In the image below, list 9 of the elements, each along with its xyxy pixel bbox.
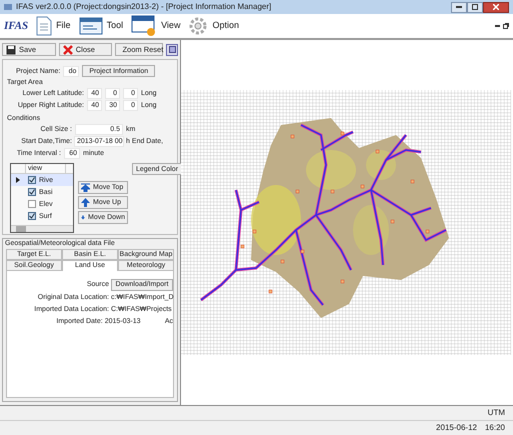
status-time: 16:20 bbox=[484, 422, 505, 434]
menu-item[interactable]: Option bbox=[188, 16, 239, 36]
menu-item[interactable]: Tool bbox=[78, 17, 124, 35]
app-logo: IFAS bbox=[4, 18, 28, 34]
window-title: IFAS ver2.0.0.0 (Project:dongsin2013-2) - [Project Information Manager] bbox=[16, 1, 272, 13]
projection-label: UTM bbox=[488, 407, 505, 419]
status-date: 2015-06-12 bbox=[436, 422, 477, 434]
menu-item[interactable]: File bbox=[36, 16, 71, 36]
menu-item[interactable]: View bbox=[131, 15, 180, 37]
